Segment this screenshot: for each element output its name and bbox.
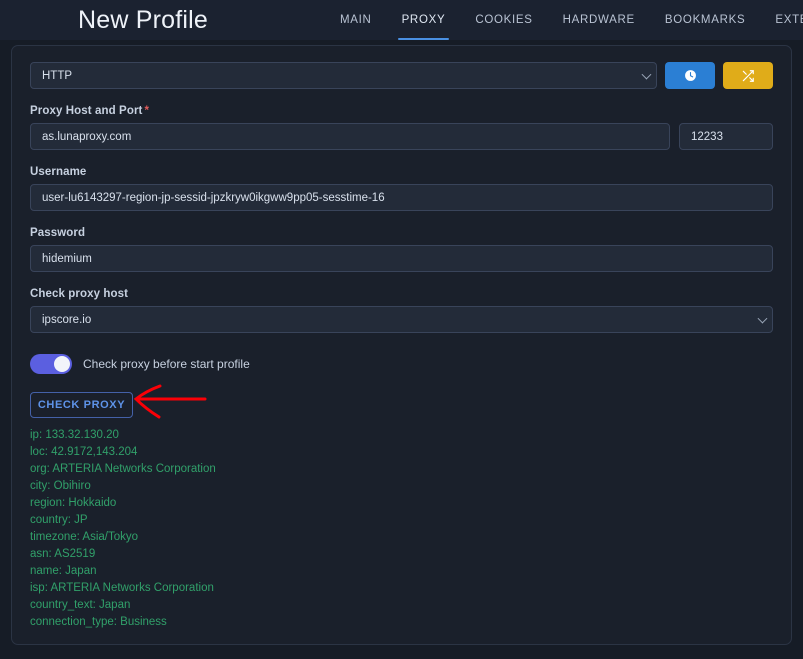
check-proxy-button[interactable]: CHECK PROXY — [30, 392, 133, 418]
tab-bar: MAIN PROXY COOKIES HARDWARE BOOKMARKS EX… — [340, 0, 803, 40]
proxy-settings-panel: HTTP Proxy Host and Port * as.lunaproxy.… — [11, 45, 792, 645]
proxy-check-results: ip: 133.32.130.20 loc: 42.9172,143.204 o… — [30, 427, 773, 631]
new-profile-window: New Profile MAIN PROXY COOKIES HARDWARE … — [0, 0, 803, 659]
check-before-start-label: Check proxy before start profile — [83, 357, 250, 371]
tab-extensions[interactable]: EXTENSIONS — [775, 0, 803, 40]
tab-bookmarks[interactable]: BOOKMARKS — [665, 0, 745, 40]
toggle-knob — [54, 356, 70, 372]
page-title: New Profile — [78, 6, 209, 34]
result-line-connection-type: connection_type: Business — [30, 616, 167, 628]
password-input[interactable]: hidemium — [30, 245, 773, 272]
chevron-down-icon — [641, 69, 652, 79]
result-line-name: name: Japan — [30, 565, 97, 577]
check-proxy-host-value: ipscore.io — [42, 313, 92, 326]
result-line-org: org: ARTERIA Networks Corporation — [30, 463, 216, 475]
host-port-row: as.lunaproxy.com 12233 — [30, 123, 773, 150]
window-header: New Profile MAIN PROXY COOKIES HARDWARE … — [0, 0, 803, 40]
username-input[interactable]: user-lu6143297-region-jp-sessid-jpzkryw0… — [30, 184, 773, 211]
result-line-country: country: JP — [30, 514, 88, 526]
check-proxy-host-select[interactable]: ipscore.io — [30, 306, 773, 333]
check-before-start-row: Check proxy before start profile — [30, 354, 773, 374]
proxy-host-value: as.lunaproxy.com — [42, 130, 132, 143]
proxy-info-button[interactable] — [665, 62, 715, 89]
result-line-loc: loc: 42.9172,143.204 — [30, 446, 138, 458]
result-line-asn: asn: AS2519 — [30, 548, 96, 560]
proxy-port-input[interactable]: 12233 — [679, 123, 773, 150]
shuffle-icon — [742, 69, 754, 82]
chevron-down-icon — [757, 313, 768, 323]
proxy-type-value: HTTP — [42, 69, 73, 82]
tab-proxy[interactable]: PROXY — [397, 0, 450, 40]
host-port-label: Proxy Host and Port * — [30, 105, 773, 117]
username-value: user-lu6143297-region-jp-sessid-jpzkryw0… — [42, 191, 385, 204]
clock-icon — [684, 70, 696, 81]
result-line-timezone: timezone: Asia/Tokyo — [30, 531, 139, 543]
password-value: hidemium — [42, 252, 92, 265]
host-port-label-text: Proxy Host and Port — [30, 105, 143, 117]
proxy-type-select[interactable]: HTTP — [30, 62, 657, 89]
proxy-port-value: 12233 — [691, 130, 723, 143]
check-before-start-toggle[interactable] — [30, 354, 72, 374]
tab-hardware[interactable]: HARDWARE — [563, 0, 635, 40]
check-proxy-host-label: Check proxy host — [30, 288, 129, 300]
result-line-ip: ip: 133.32.130.20 — [30, 429, 119, 441]
result-line-country-text: country_text: Japan — [30, 599, 131, 611]
result-line-isp: isp: ARTERIA Networks Corporation — [30, 582, 214, 594]
tab-cookies[interactable]: COOKIES — [475, 0, 532, 40]
proxy-shuffle-button[interactable] — [723, 62, 773, 89]
tab-main[interactable]: MAIN — [340, 0, 372, 40]
result-line-region: region: Hokkaido — [30, 497, 117, 509]
password-label: Password — [30, 227, 86, 239]
result-line-city: city: Obihiro — [30, 480, 91, 492]
protocol-row: HTTP — [30, 62, 773, 89]
proxy-host-input[interactable]: as.lunaproxy.com — [30, 123, 670, 150]
required-marker: * — [144, 105, 150, 117]
username-label: Username — [30, 166, 87, 178]
